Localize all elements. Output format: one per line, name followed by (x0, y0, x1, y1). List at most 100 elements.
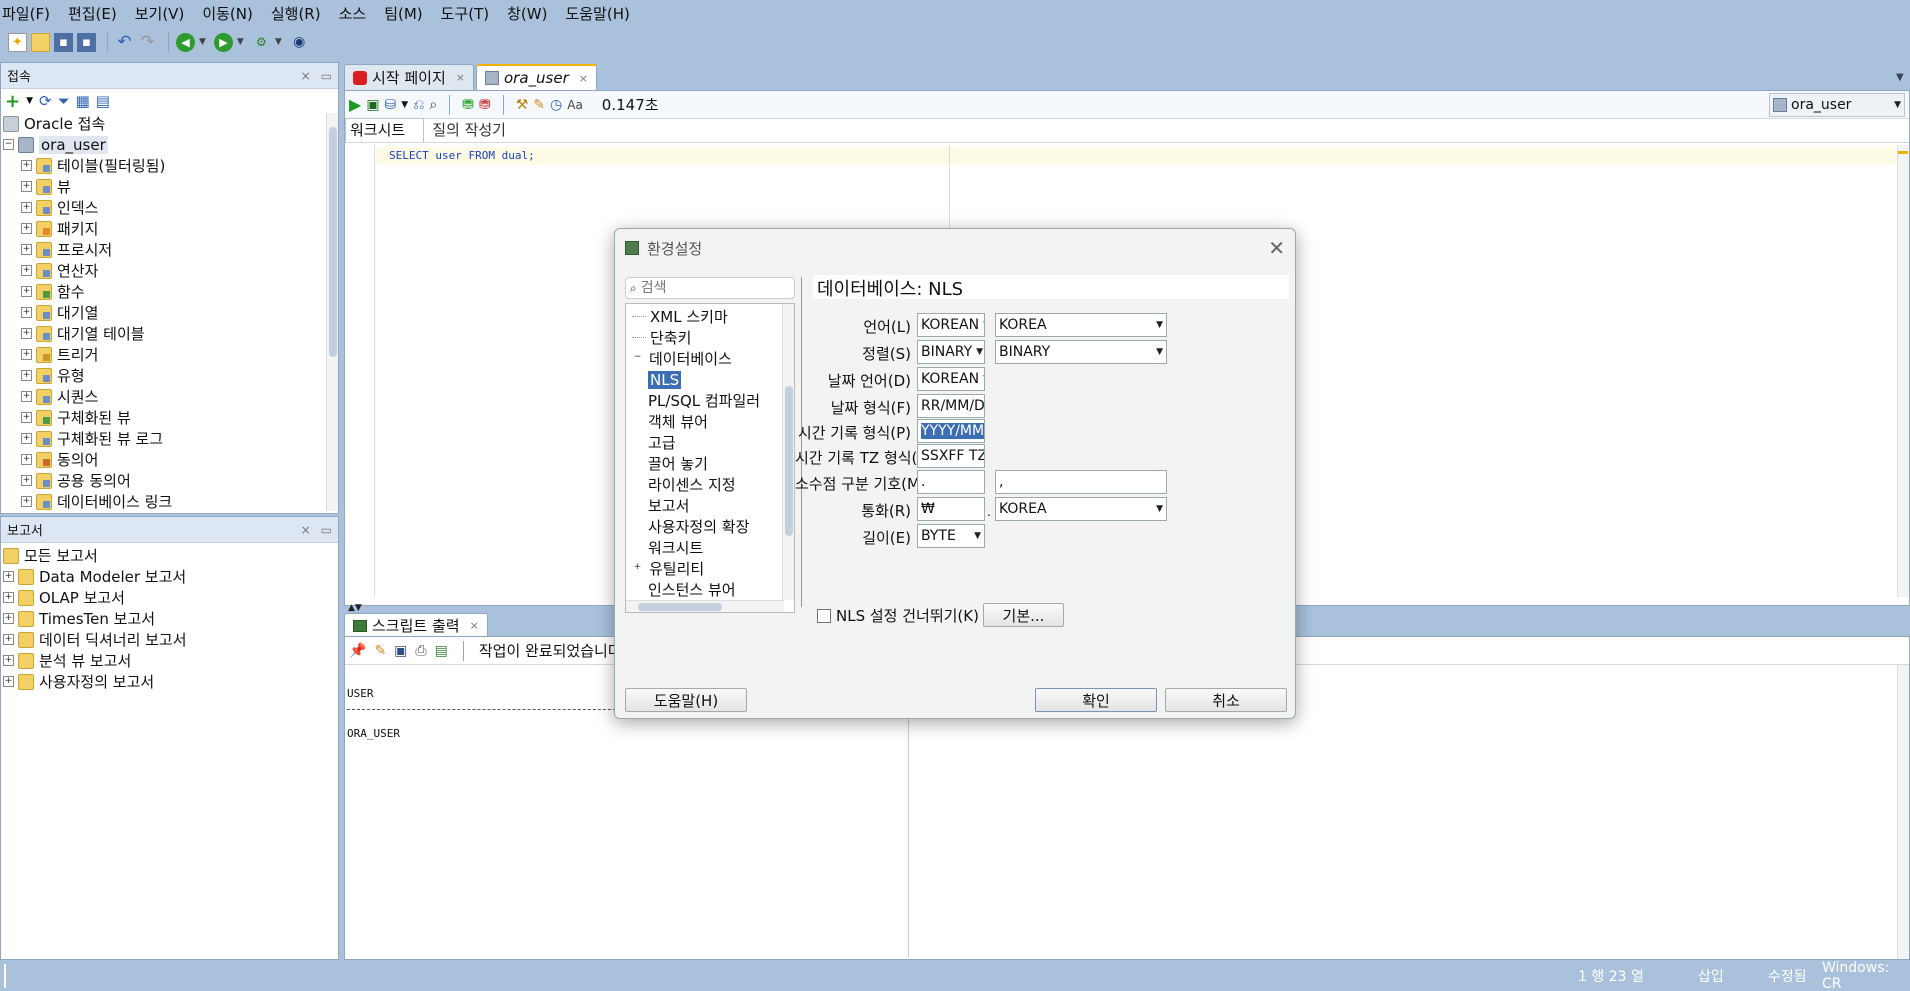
scroll-thumb[interactable] (785, 386, 793, 536)
expand-icon[interactable]: + (3, 592, 14, 603)
nav-item[interactable]: 객체 뷰어 (626, 411, 794, 432)
commit-dropdown-icon[interactable]: ▼ (401, 100, 408, 110)
expand-icon[interactable]: + (21, 244, 32, 255)
menu-view[interactable]: 보기(V) (135, 3, 185, 24)
sort-select[interactable]: BINARY ▼ (917, 340, 985, 364)
tree-node[interactable]: + 데이터베이스 링크 (1, 491, 338, 511)
menu-team[interactable]: 팀(M) (384, 3, 422, 24)
nav-item[interactable]: − 데이터베이스 (626, 348, 794, 369)
commit-icon[interactable]: ⛁ (385, 97, 397, 113)
tree-node[interactable]: + TimesTen 보고서 (1, 608, 338, 629)
close-icon[interactable]: ✕ (1268, 236, 1285, 260)
timestamp-format-field[interactable]: YYYY/MM/D (917, 419, 985, 443)
expand-icon[interactable]: + (21, 370, 32, 381)
sql-icon[interactable]: ⚙ (252, 33, 271, 52)
forward-icon[interactable]: ▶ (213, 32, 233, 52)
manage-icon[interactable]: ▤ (96, 92, 110, 110)
binoculars-icon[interactable]: ◉ (290, 33, 309, 52)
refresh-icon[interactable]: ⟳ (39, 92, 52, 110)
expand-icon[interactable]: + (21, 349, 32, 360)
add-connection-icon[interactable]: + (5, 91, 20, 112)
cancel-button[interactable]: 취소 (1165, 688, 1287, 712)
menu-navigate[interactable]: 이동(N) (202, 3, 253, 24)
nav-item[interactable]: 라이센스 지정 (626, 474, 794, 495)
comparison-select[interactable]: BINARY ▼ (995, 340, 1167, 364)
back-dropdown-icon[interactable]: ▼ (199, 37, 206, 47)
tree-node[interactable]: + 사용자정의 보고서 (1, 671, 338, 692)
iso-currency-select[interactable]: KOREA ▼ (995, 497, 1167, 521)
language-select[interactable]: KOREAN▼ (917, 313, 985, 337)
run-statement-icon[interactable]: ▶ (349, 95, 361, 114)
tree-node[interactable]: + 구체화된 뷰 (1, 407, 338, 428)
filter-icon[interactable]: ⏷ (58, 92, 70, 110)
expand-icon[interactable]: + (21, 496, 32, 507)
schema-browser-icon[interactable]: ▦ (76, 92, 90, 110)
tree-node-all-reports[interactable]: 모든 보고서 (1, 545, 338, 566)
run-script-icon[interactable]: ▣ (366, 97, 379, 113)
timestamp-tz-format-field[interactable]: SSXFF TZR (917, 444, 985, 468)
pin-icon[interactable]: 📌 (349, 643, 366, 659)
eraser-icon[interactable]: ✎ (374, 643, 386, 659)
minimize-icon[interactable]: ▭ (321, 523, 332, 537)
history-icon[interactable]: ◷ (550, 97, 562, 113)
rollback-icon[interactable]: ⎌ (413, 97, 424, 113)
redo-icon[interactable]: ↷ (138, 33, 157, 52)
nav-item[interactable]: XML 스키마 (626, 306, 794, 327)
nav-item[interactable]: 고급 (626, 432, 794, 453)
expand-icon[interactable]: + (3, 571, 14, 582)
help-button[interactable]: 도움말(H) (625, 688, 747, 712)
output-scrollbar[interactable] (1897, 665, 1909, 959)
expand-icon[interactable]: + (21, 391, 32, 402)
collapse-icon[interactable]: − (3, 139, 14, 150)
expand-icon[interactable]: + (21, 412, 32, 423)
close-icon[interactable]: × (456, 71, 465, 84)
output-icon[interactable]: ▤ (435, 643, 448, 659)
new-file-icon[interactable]: ✦ (8, 32, 27, 52)
tree-node[interactable]: + Data Modeler 보고서 (1, 566, 338, 587)
menu-file[interactable]: 파일(F) (2, 3, 50, 24)
add-dropdown-icon[interactable]: ▼ (26, 96, 33, 106)
menu-run[interactable]: 실행(R) (271, 3, 321, 24)
close-icon[interactable]: × (579, 72, 588, 85)
tree-node[interactable]: + 프로시저 (1, 239, 338, 260)
tree-node[interactable]: + 인덱스 (1, 197, 338, 218)
tree-node[interactable]: + 시퀀스 (1, 386, 338, 407)
expand-icon[interactable]: + (21, 328, 32, 339)
defaults-button[interactable]: 기본... (983, 603, 1064, 627)
ok-button[interactable]: 확인 (1035, 688, 1157, 712)
expand-icon[interactable]: + (21, 265, 32, 276)
group-field[interactable]: , (995, 470, 1167, 494)
nav-item[interactable]: 보고서 (626, 495, 794, 516)
open-folder-icon[interactable] (31, 32, 50, 52)
tree-node[interactable]: + 분석 뷰 보고서 (1, 650, 338, 671)
tree-node[interactable]: + 데이터 딕셔너리 보고서 (1, 629, 338, 650)
menu-tools[interactable]: 도구(T) (441, 3, 489, 24)
format-icon[interactable]: Aa (567, 98, 583, 112)
expand-icon[interactable]: + (3, 655, 14, 666)
autotrace-icon[interactable]: ⛃ (462, 97, 474, 113)
nav-item[interactable]: 사용자정의 확장 (626, 516, 794, 537)
expand-icon[interactable]: + (21, 433, 32, 444)
collapse-icon[interactable]: − (632, 353, 643, 364)
maximize-editor-icon[interactable]: ▼ (1896, 72, 1904, 83)
print-icon[interactable]: ⎙ (415, 643, 426, 659)
nav-item[interactable]: NLS (626, 369, 794, 390)
nav-scrollbar-h[interactable] (626, 600, 784, 612)
expand-icon[interactable]: + (3, 613, 14, 624)
clear-icon[interactable]: ⛃ (479, 97, 491, 113)
minimize-icon[interactable]: ▭ (321, 69, 332, 83)
sql-tuning-icon[interactable]: ⚒ (516, 97, 529, 113)
skip-nls-checkbox[interactable] (817, 608, 831, 623)
length-select[interactable]: BYTE ▼ (917, 524, 985, 548)
expand-icon[interactable]: + (21, 160, 32, 171)
expand-icon[interactable]: + (21, 454, 32, 465)
sql-dropdown-icon[interactable]: ▼ (275, 37, 282, 47)
tree-node[interactable]: + 공용 동의어 (1, 470, 338, 491)
explain-plan-icon[interactable]: ⌕ (429, 97, 437, 113)
nav-scrollbar-v[interactable] (782, 304, 794, 600)
subtab-query-builder[interactable]: 질의 작성기 (424, 119, 514, 142)
editor-scrollbar[interactable] (1897, 145, 1909, 597)
close-icon[interactable]: × (301, 69, 311, 83)
connections-scrollbar[interactable] (326, 113, 338, 511)
currency-field[interactable]: ₩ (917, 497, 985, 521)
